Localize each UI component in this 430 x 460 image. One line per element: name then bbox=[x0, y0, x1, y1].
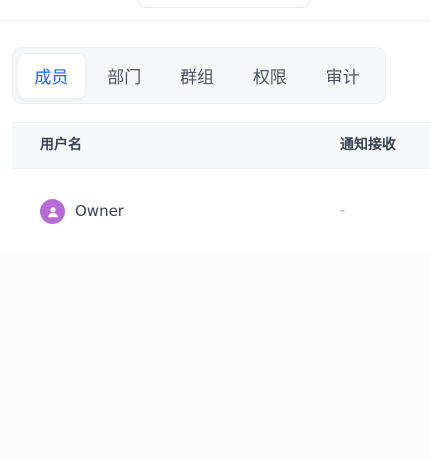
empty-area bbox=[0, 252, 430, 460]
tab-members[interactable]: 成员 bbox=[17, 52, 86, 99]
column-header-username[interactable]: 用户名 bbox=[40, 123, 82, 168]
username-cell: Owner bbox=[75, 202, 124, 220]
table-row[interactable]: Owner - bbox=[12, 169, 430, 253]
table-header: 用户名 通知接收 bbox=[12, 122, 430, 169]
tab-groups[interactable]: 群组 bbox=[163, 53, 232, 99]
user-icon bbox=[47, 206, 58, 217]
tab-departments[interactable]: 部门 bbox=[90, 53, 159, 99]
search-input[interactable] bbox=[138, 0, 310, 8]
column-header-notify[interactable]: 通知接收 bbox=[340, 123, 396, 168]
members-table: 用户名 通知接收 Owner - bbox=[12, 122, 430, 253]
notify-cell: - bbox=[340, 203, 346, 219]
top-bar bbox=[0, 0, 430, 21]
tab-permissions[interactable]: 权限 bbox=[235, 53, 304, 99]
tab-bar: 成员 部门 群组 权限 审计 bbox=[12, 47, 386, 104]
avatar bbox=[40, 199, 65, 224]
tab-audit[interactable]: 审计 bbox=[308, 53, 377, 99]
